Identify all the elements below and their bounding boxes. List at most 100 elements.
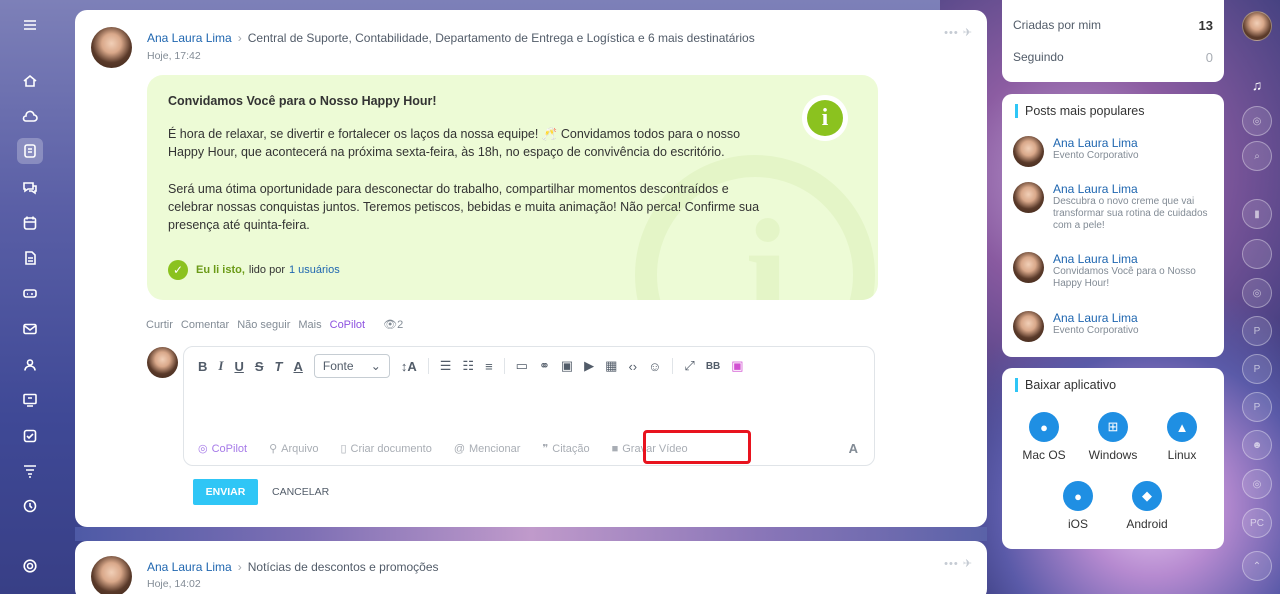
text-format-icon[interactable]: A [849,441,858,456]
bold-icon[interactable]: B [198,359,207,374]
user-avatar[interactable] [1242,11,1272,41]
popular-post-item[interactable]: Ana Laura Lima Evento Corporativo [1013,311,1213,342]
read-users-link[interactable]: 1 usuários [289,264,340,276]
spoiler-icon[interactable]: ▭ [516,358,528,374]
copilot-icon[interactable] [17,493,43,519]
popular-post-desc[interactable]: Descubra o novo creme que vai transforma… [1053,196,1213,232]
link-icon[interactable]: ⚭ [539,358,550,374]
create-document-tool[interactable]: ▯ Criar documento [340,442,431,455]
announcement-paragraph-1: É hora de relaxar, se divertir e fortale… [168,127,741,159]
author-name[interactable]: Ana Laura Lima [147,560,232,574]
copilot-chat-icon[interactable]: ◎ [1242,469,1272,499]
mention-tool[interactable]: @ Mencionar [454,443,521,455]
group-icon[interactable]: ☻ [1242,430,1272,460]
chevron-up-icon[interactable]: ⌃ [1242,551,1272,581]
text-color-icon[interactable]: A [293,359,302,374]
align-icon[interactable]: ≡ [485,359,493,374]
emoji-icon[interactable]: ☺ [648,359,661,374]
popular-post-author[interactable]: Ana Laura Lima [1053,182,1213,196]
popular-post-desc[interactable]: Convidamos Você para o Nosso Happy Hour! [1053,266,1213,290]
image-icon[interactable]: ▣ [561,358,573,374]
popular-post-desc[interactable]: Evento Corporativo [1053,325,1213,337]
contact-avatar[interactable]: P [1242,316,1272,346]
bulleted-list-icon[interactable]: ☷ [462,358,474,374]
popular-post-author[interactable]: Ana Laura Lima [1053,311,1213,325]
more-options-icon[interactable]: ••• ✈ [944,26,973,39]
bookmark-icon[interactable]: ▮ [1242,199,1272,229]
cloud-icon[interactable] [17,104,43,130]
table-icon[interactable]: ▦ [605,358,617,374]
more-button[interactable]: Mais [298,319,321,331]
created-by-me-row[interactable]: Criadas por mim 13 [1013,18,1213,33]
bell-icon[interactable]: ♫ [1242,70,1272,100]
app-windows[interactable]: ⊞ Windows [1078,412,1148,462]
popular-post-desc[interactable]: Evento Corporativo [1053,150,1213,162]
chat-icon[interactable] [17,174,43,200]
unfollow-button[interactable]: Não seguir [237,319,290,331]
board-icon[interactable] [17,387,43,413]
comment-editor[interactable]: B I U S T A Fonte ⌄ ↕A ☰ ☷ ≡ ▭ ⚭ ▣ ▶ ▦ ‹›… [183,346,875,466]
post-destinations[interactable]: Notícias de descontos e promoções [248,560,439,574]
drive-icon[interactable] [17,280,43,306]
video-icon[interactable]: ▶ [584,358,594,374]
send-button[interactable]: ENVIAR [193,479,258,505]
code-icon[interactable]: ‹› [628,359,637,374]
app-linux[interactable]: ▲ Linux [1147,412,1217,462]
app-macos[interactable]: ● Mac OS [1009,412,1079,462]
divider [503,358,505,374]
copilot-chat-icon[interactable]: ◎ [1242,278,1272,308]
contact-avatar[interactable]: P [1242,354,1272,384]
app-android[interactable]: ◆ Android [1112,481,1182,531]
mail-icon[interactable] [17,316,43,342]
users-icon[interactable] [17,352,43,378]
document-icon[interactable] [17,245,43,271]
popular-post-author[interactable]: Ana Laura Lima [1053,136,1213,150]
following-row[interactable]: Seguindo 0 [1013,50,1213,65]
clear-format-icon[interactable]: T [275,359,283,374]
pin-icon[interactable]: ✈ [963,27,973,39]
font-select[interactable]: Fonte ⌄ [313,354,390,378]
fullscreen-icon[interactable]: ⤢ [684,358,694,374]
pin-icon[interactable]: ✈ [963,558,973,570]
app-ios[interactable]: ● iOS [1043,481,1113,531]
copilot-tool[interactable]: ◎ CoPilot [198,442,247,455]
read-ack-button[interactable]: Eu li isto, [196,264,245,276]
popular-post-item[interactable]: Ana Laura Lima Convidamos Você para o Nos… [1013,252,1213,290]
popular-post-author[interactable]: Ana Laura Lima [1053,252,1213,266]
home-icon[interactable] [17,68,43,94]
calendar-icon[interactable] [17,210,43,236]
copilot-button[interactable]: CoPilot [330,319,365,331]
check-icon[interactable]: ✓ [168,260,188,280]
author-avatar[interactable] [91,556,132,594]
quote-tool[interactable]: ❞ Citação [542,442,589,455]
comment-button[interactable]: Comentar [181,319,229,331]
attach-file-tool[interactable]: ⚲ Arquivo [269,442,318,455]
strikethrough-icon[interactable]: S [255,359,264,374]
contact-avatar[interactable] [1242,239,1272,269]
filter-icon[interactable] [17,458,43,484]
tasks-icon[interactable] [17,423,43,449]
like-button[interactable]: Curtir [146,319,173,331]
search-icon[interactable]: ⌕ [1242,141,1272,171]
contact-avatar[interactable]: PC [1242,508,1272,538]
font-size-icon[interactable]: ↕A [401,359,417,374]
bbcode-icon[interactable]: BB [706,361,720,372]
more-options-icon[interactable]: ••• ✈ [944,557,973,570]
menu-icon[interactable] [17,12,43,38]
feed-icon[interactable] [17,138,43,164]
post-time[interactable]: Hoje, 17:42 [147,50,201,62]
add-image-icon[interactable]: ▣ [731,358,743,374]
underline-icon[interactable]: U [234,359,243,374]
copilot-icon[interactable]: ◎ [1242,106,1272,136]
contact-avatar[interactable]: P [1242,392,1272,422]
cancel-button[interactable]: CANCELAR [272,479,329,505]
post-destinations[interactable]: Central de Suporte, Contabilidade, Depar… [248,31,755,45]
post-time[interactable]: Hoje, 14:02 [147,578,201,590]
popular-post-item[interactable]: Ana Laura Lima Descubra o novo creme que … [1013,182,1213,232]
numbered-list-icon[interactable]: ☰ [440,358,452,374]
popular-post-item[interactable]: Ana Laura Lima Evento Corporativo [1013,136,1213,167]
italic-icon[interactable]: I [218,358,223,374]
author-avatar[interactable] [91,27,132,68]
author-name[interactable]: Ana Laura Lima [147,31,232,45]
settings-icon[interactable] [17,553,43,579]
